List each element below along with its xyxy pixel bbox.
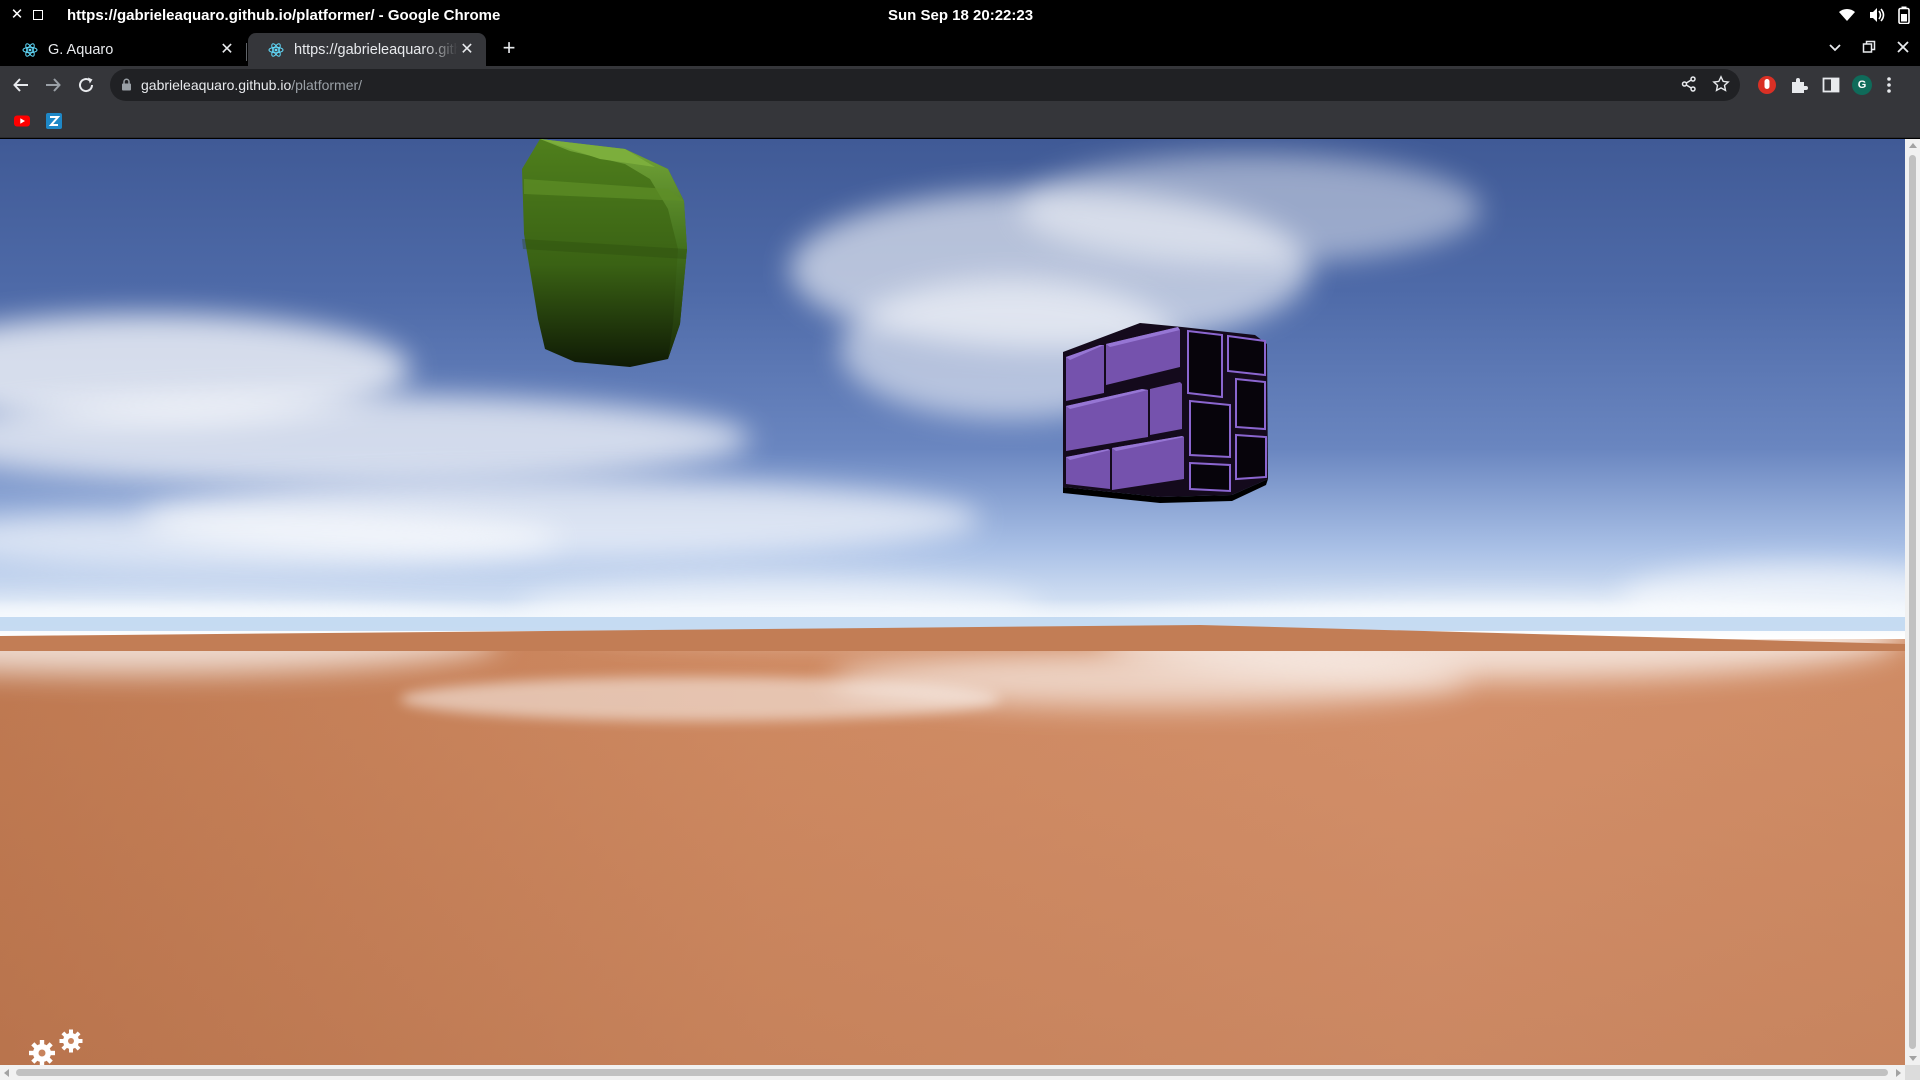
omnibox-actions (1680, 75, 1730, 93)
scrollbar-corner (1905, 1065, 1920, 1080)
bookmark-star-icon[interactable] (1712, 75, 1730, 93)
react-atom-icon (268, 42, 284, 57)
forward-button[interactable] (42, 74, 64, 96)
tab-search-chevron-icon[interactable] (1828, 40, 1842, 54)
green-rounded-block[interactable] (522, 139, 687, 367)
blue-square-app-icon[interactable] (46, 113, 62, 129)
tabstrip-window-controls (1828, 40, 1910, 54)
back-arrow-icon (13, 78, 28, 92)
back-button[interactable] (10, 74, 32, 96)
scroll-right-arrow-icon[interactable] (1896, 1069, 1901, 1077)
window-close-icon[interactable]: ✕ (8, 6, 26, 24)
horizontal-scroll-thumb[interactable] (16, 1069, 1888, 1076)
puzzle-extensions-icon[interactable] (1788, 74, 1810, 96)
address-bar[interactable]: gabrieleaquaro.github.io/platformer/ (110, 69, 1740, 101)
side-panel-icon[interactable] (1820, 74, 1842, 96)
tab-g-aquaro[interactable]: G. Aquaro ✕ (2, 33, 246, 66)
scroll-down-arrow-icon[interactable] (1909, 1056, 1917, 1061)
system-clock[interactable]: Sun Sep 18 20:22:23 (888, 7, 1033, 24)
volume-icon[interactable] (1868, 7, 1886, 23)
scroll-up-arrow-icon[interactable] (1909, 143, 1917, 148)
new-tab-button[interactable]: + (498, 37, 520, 59)
close-tab-icon[interactable]: ✕ (218, 41, 236, 59)
wifi-icon[interactable] (1838, 7, 1856, 23)
profile-avatar[interactable]: G (1852, 75, 1872, 95)
scene-layer (0, 139, 1905, 721)
share-icon[interactable] (1680, 75, 1698, 93)
window-maximize-icon[interactable] (33, 10, 43, 20)
url-text[interactable]: gabrieleaquaro.github.io/platformer/ (141, 77, 362, 93)
purple-brick-cube[interactable] (1063, 323, 1268, 503)
bookmarks-bar (0, 104, 1920, 138)
extensions-area: G (1756, 74, 1896, 96)
tab-strip: G. Aquaro ✕ https://gabrieleaquaro.githu… (0, 31, 1920, 66)
tab-title: G. Aquaro (48, 41, 114, 58)
react-atom-icon (22, 42, 38, 57)
system-tray[interactable] (1838, 6, 1910, 24)
battery-icon[interactable] (1898, 6, 1910, 24)
reload-icon (79, 77, 94, 93)
reload-button[interactable] (75, 74, 97, 96)
game-canvas[interactable] (0, 139, 1905, 1065)
url-host: gabrieleaquaro.github.io (141, 77, 292, 93)
url-path: /platformer/ (291, 77, 363, 93)
vertical-scroll-thumb[interactable] (1909, 155, 1916, 1049)
close-window-icon[interactable] (1896, 40, 1910, 54)
horizontal-scrollbar[interactable] (0, 1065, 1905, 1080)
red-extension-icon[interactable] (1756, 74, 1778, 96)
system-top-bar: ✕ https://gabrieleaquaro.github.io/platf… (0, 0, 1920, 31)
forward-arrow-icon (46, 78, 61, 92)
tab-separator (246, 43, 247, 61)
browser-toolbar: gabrieleaquaro.github.io/platformer/ G (0, 66, 1920, 104)
window-title: https://gabrieleaquaro.github.io/platfor… (67, 7, 501, 24)
tab-platformer[interactable]: https://gabrieleaquaro.github.io/platfor… (248, 33, 486, 66)
close-tab-icon[interactable]: ✕ (458, 41, 476, 59)
youtube-icon[interactable] (14, 113, 30, 129)
scroll-left-arrow-icon[interactable] (4, 1069, 9, 1077)
lock-icon[interactable] (121, 78, 132, 91)
tab-title: https://gabrieleaquaro.github.io/platfor… (294, 41, 458, 58)
kebab-menu-icon[interactable] (1882, 74, 1896, 96)
vertical-scrollbar[interactable] (1905, 139, 1920, 1065)
settings-gears-icon[interactable] (28, 1029, 88, 1065)
restore-window-icon[interactable] (1862, 40, 1876, 54)
